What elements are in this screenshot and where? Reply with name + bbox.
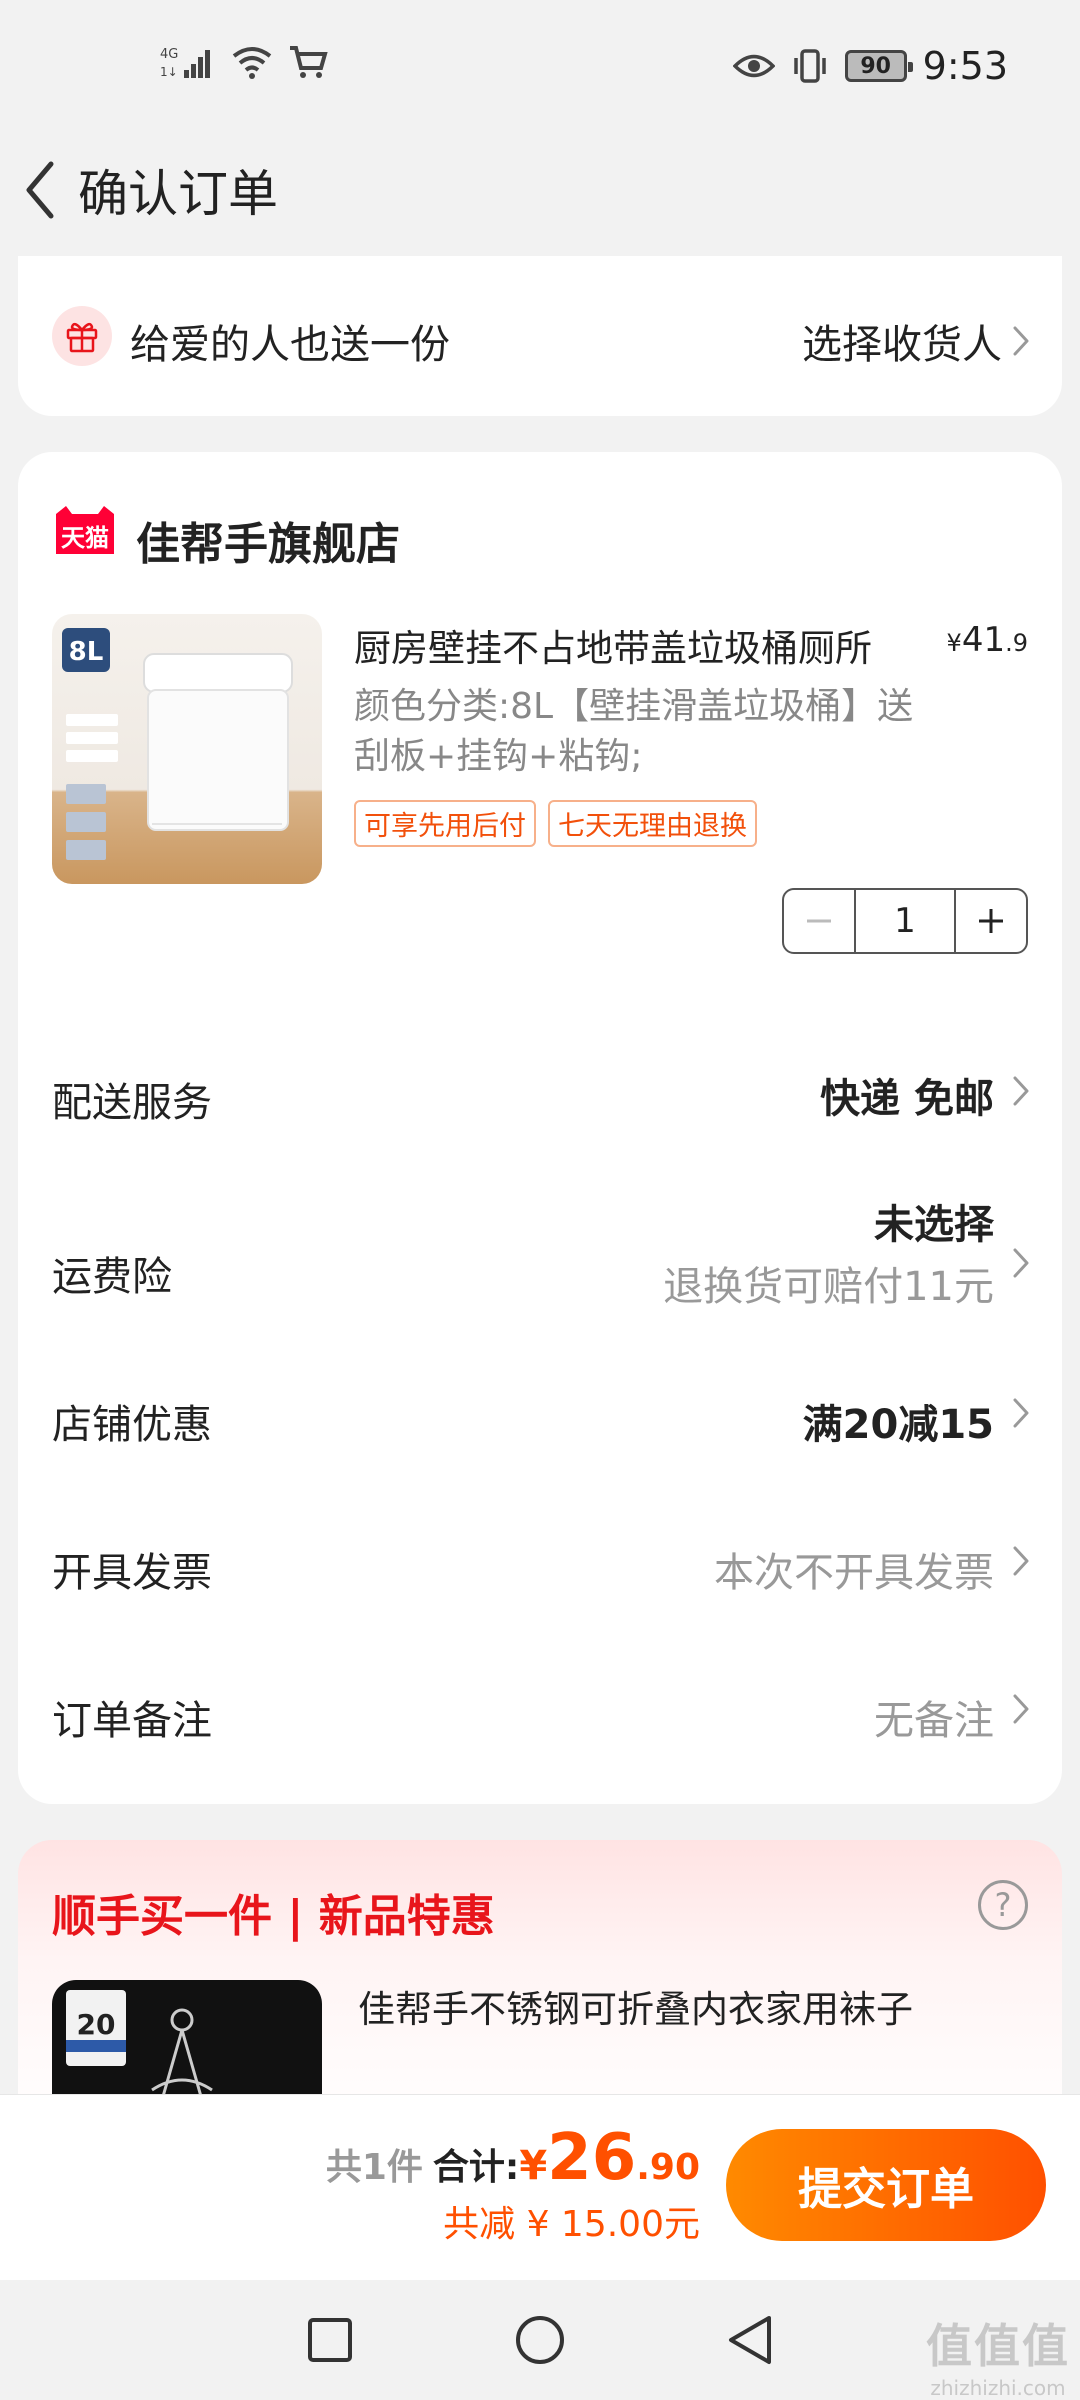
- increase-quantity-button[interactable]: [956, 890, 1026, 952]
- order-note-label: 订单备注: [52, 1698, 212, 1744]
- quantity-stepper: 1: [782, 888, 1028, 954]
- decrease-quantity-button[interactable]: [784, 890, 854, 952]
- quantity-value[interactable]: 1: [854, 890, 956, 952]
- product-price: ¥41.9: [947, 620, 1028, 660]
- vibrate-icon: [793, 49, 826, 83]
- total-label: 合计:: [432, 2147, 520, 2188]
- price-integer: 41: [961, 620, 1006, 660]
- chevron-right-icon: [1013, 1546, 1029, 1576]
- status-bar: 4G 1↓ 90 9:53: [0, 0, 1080, 130]
- svg-text:4G: 4G: [160, 47, 178, 62]
- status-time: 9:53: [922, 44, 1008, 88]
- price-currency: ¥: [946, 629, 962, 657]
- chevron-right-icon: [1013, 326, 1029, 356]
- shop-name[interactable]: 佳帮手旗舰店: [136, 508, 400, 572]
- shop-coupon-row[interactable]: 店铺优惠 满20减15: [18, 1342, 1062, 1492]
- circle-icon: [516, 2316, 564, 2364]
- invoice-label: 开具发票: [52, 1550, 212, 1596]
- order-note-row[interactable]: 订单备注 无备注: [18, 1642, 1062, 1792]
- select-recipient-label: 选择收货人: [802, 322, 1002, 368]
- watermark-text: zhizhizhi.com: [930, 2376, 1066, 2400]
- order-note-value: 无备注: [874, 1698, 994, 1744]
- chevron-right-icon: [1013, 1398, 1029, 1428]
- help-icon[interactable]: ?: [978, 1880, 1028, 1930]
- price-decimal: .9: [1005, 629, 1028, 657]
- gift-icon: [52, 306, 112, 366]
- status-left: 4G 1↓: [160, 44, 328, 80]
- battery-icon: 90: [844, 50, 913, 82]
- discount-summary: 共减 ¥ 15.00元: [443, 2204, 700, 2245]
- total-summary: 共1件 合计: ¥ 26 .90: [326, 2121, 700, 2195]
- order-card: 天猫 佳帮手旗舰店 8L 厨房壁挂不占地带盖垃圾桶厕所 ¥41.9 颜色分类:8…: [18, 452, 1062, 1804]
- product-image-caption: 8L: [69, 637, 104, 667]
- triangle-back-icon: [729, 2316, 771, 2364]
- signal-icon: 4G 1↓: [160, 47, 210, 79]
- product-title[interactable]: 厨房壁挂不占地带盖垃圾桶厕所: [354, 618, 944, 672]
- select-recipient-link[interactable]: 选择收货人: [802, 312, 1030, 370]
- recommend-product-name[interactable]: 佳帮手不锈钢可折叠内衣家用袜子: [358, 1984, 958, 2036]
- shop-coupon-label: 店铺优惠: [52, 1402, 212, 1448]
- delivery-label: 配送服务: [52, 1080, 212, 1126]
- system-nav-bar: [0, 2280, 1080, 2400]
- watermark: 值值值 zhizhizhi.com: [926, 2310, 1070, 2400]
- total-amount-decimal: .90: [636, 2147, 700, 2188]
- tag-return-policy: 七天无理由退换: [548, 800, 757, 847]
- gift-label: 给爱的人也送一份: [130, 322, 450, 368]
- submit-order-button[interactable]: 提交订单: [726, 2129, 1046, 2241]
- back-button[interactable]: [10, 150, 70, 230]
- total-currency: ¥: [519, 2143, 548, 2189]
- square-icon: [308, 2318, 352, 2362]
- invoice-value: 本次不开具发票: [714, 1550, 994, 1596]
- service-tags: 可享先用后付 七天无理由退换: [354, 800, 757, 847]
- gift-card[interactable]: 给爱的人也送一份 选择收货人: [18, 256, 1062, 416]
- delivery-value: 快递 免邮: [820, 1076, 994, 1122]
- plus-icon: [979, 909, 1003, 933]
- page-header: 确认订单: [0, 130, 1080, 250]
- checkout-bar: 共1件 合计: ¥ 26 .90 共减 ¥ 15.00元 提交订单: [0, 2094, 1080, 2280]
- recent-apps-button[interactable]: [300, 2310, 360, 2370]
- tmall-badge-text: 天猫: [61, 524, 109, 552]
- recommend-title: 顺手买一件 | 新品特惠: [52, 1891, 495, 1942]
- recommend-image-badge: 20: [77, 2008, 116, 2041]
- invoice-row[interactable]: 开具发票 本次不开具发票: [18, 1492, 1062, 1642]
- tmall-logo: 天猫: [56, 506, 114, 554]
- back-nav-button[interactable]: [720, 2310, 780, 2370]
- page-title: 确认订单: [78, 165, 278, 223]
- chevron-right-icon: [1013, 1248, 1029, 1278]
- shipping-insurance-row[interactable]: 运费险 未选择 退换货可赔付11元: [18, 1182, 1062, 1342]
- product-sku[interactable]: 颜色分类:8L【壁挂滑盖垃圾桶】送刮板+挂钩+粘钩;: [354, 682, 914, 782]
- tag-pay-later: 可享先用后付: [354, 800, 536, 847]
- watermark-logo: 值值值: [926, 2319, 1070, 2373]
- item-count: 共1件: [325, 2147, 423, 2188]
- home-button[interactable]: [510, 2310, 570, 2370]
- svg-text:1↓: 1↓: [160, 65, 178, 79]
- shipping-insurance-sub: 退换货可赔付11元: [663, 1264, 994, 1310]
- chevron-right-icon: [1013, 1694, 1029, 1724]
- minus-icon: [807, 919, 831, 923]
- shopping-cart-icon: [290, 46, 328, 78]
- shipping-insurance-value: 未选择: [874, 1202, 994, 1248]
- shipping-insurance-label: 运费险: [52, 1254, 172, 1300]
- product-image[interactable]: 8L: [52, 614, 322, 884]
- wifi-icon: [232, 47, 272, 79]
- chevron-right-icon: [1013, 1076, 1029, 1106]
- shop-coupon-value: 满20减15: [802, 1402, 994, 1448]
- status-right: 90 9:53: [732, 44, 1008, 88]
- chevron-left-icon: [26, 161, 54, 219]
- eye-icon: [732, 54, 775, 78]
- total-amount-integer: 26: [547, 2121, 637, 2195]
- delivery-row[interactable]: 配送服务 快递 免邮: [18, 1026, 1062, 1166]
